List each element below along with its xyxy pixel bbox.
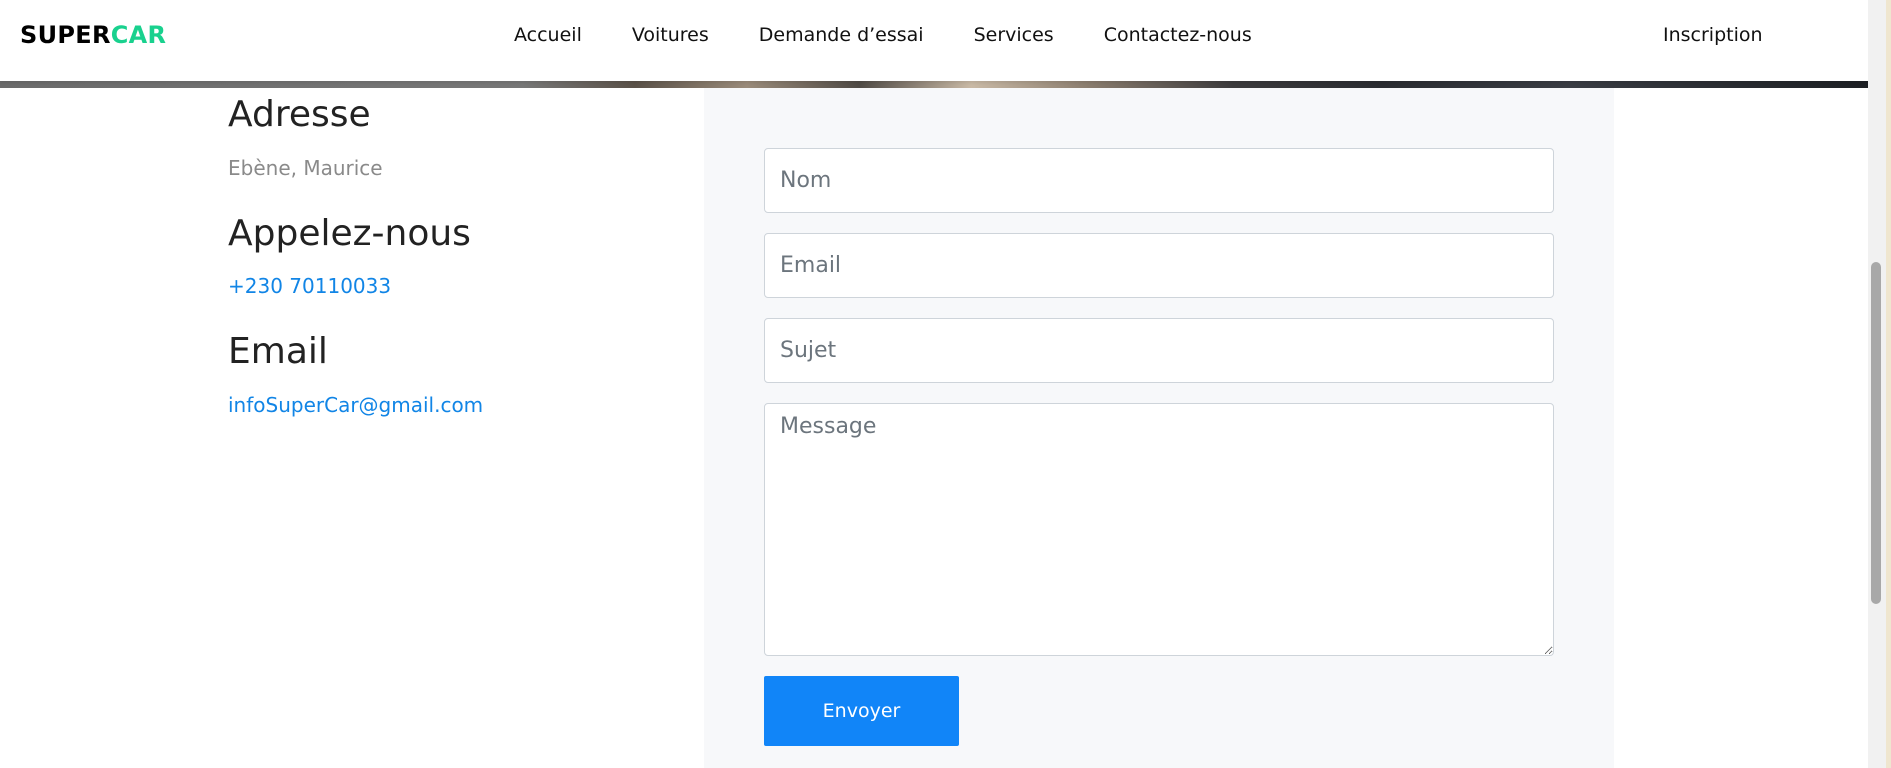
message-textarea[interactable] xyxy=(764,403,1554,656)
address-heading: Adresse xyxy=(228,94,371,135)
phone-heading: Appelez-nous xyxy=(228,213,471,254)
nav-item-services[interactable]: Services xyxy=(974,24,1054,46)
nav-item-inscription[interactable]: Inscription xyxy=(1663,24,1763,46)
email-heading: Email xyxy=(228,331,328,372)
name-input[interactable] xyxy=(764,148,1554,213)
send-button[interactable]: Envoyer xyxy=(764,676,959,746)
logo-text-super: SUPER xyxy=(20,21,111,49)
nav-links: Accueil Voitures Demande d’essai Service… xyxy=(514,24,1302,46)
address-text: Ebène, Maurice xyxy=(228,156,383,180)
phone-link[interactable]: +230 70110033 xyxy=(228,274,391,298)
email-input[interactable] xyxy=(764,233,1554,298)
nav-item-demande-essai[interactable]: Demande d’essai xyxy=(759,24,924,46)
supercar-logo[interactable]: SUPERCAR xyxy=(20,21,166,49)
email-link[interactable]: infoSuperCar@gmail.com xyxy=(228,393,483,417)
navbar: SUPERCAR Accueil Voitures Demande d’essa… xyxy=(0,0,1868,81)
logo-text-car: CAR xyxy=(110,21,167,49)
nav-item-voitures[interactable]: Voitures xyxy=(632,24,709,46)
subject-input[interactable] xyxy=(764,318,1554,383)
window-edge xyxy=(1886,0,1891,768)
nav-item-accueil[interactable]: Accueil xyxy=(514,24,582,46)
nav-item-contact[interactable]: Contactez-nous xyxy=(1104,24,1252,46)
page-scrollbar-thumb[interactable] xyxy=(1871,262,1881,604)
contact-form-panel: Envoyer xyxy=(704,88,1614,768)
